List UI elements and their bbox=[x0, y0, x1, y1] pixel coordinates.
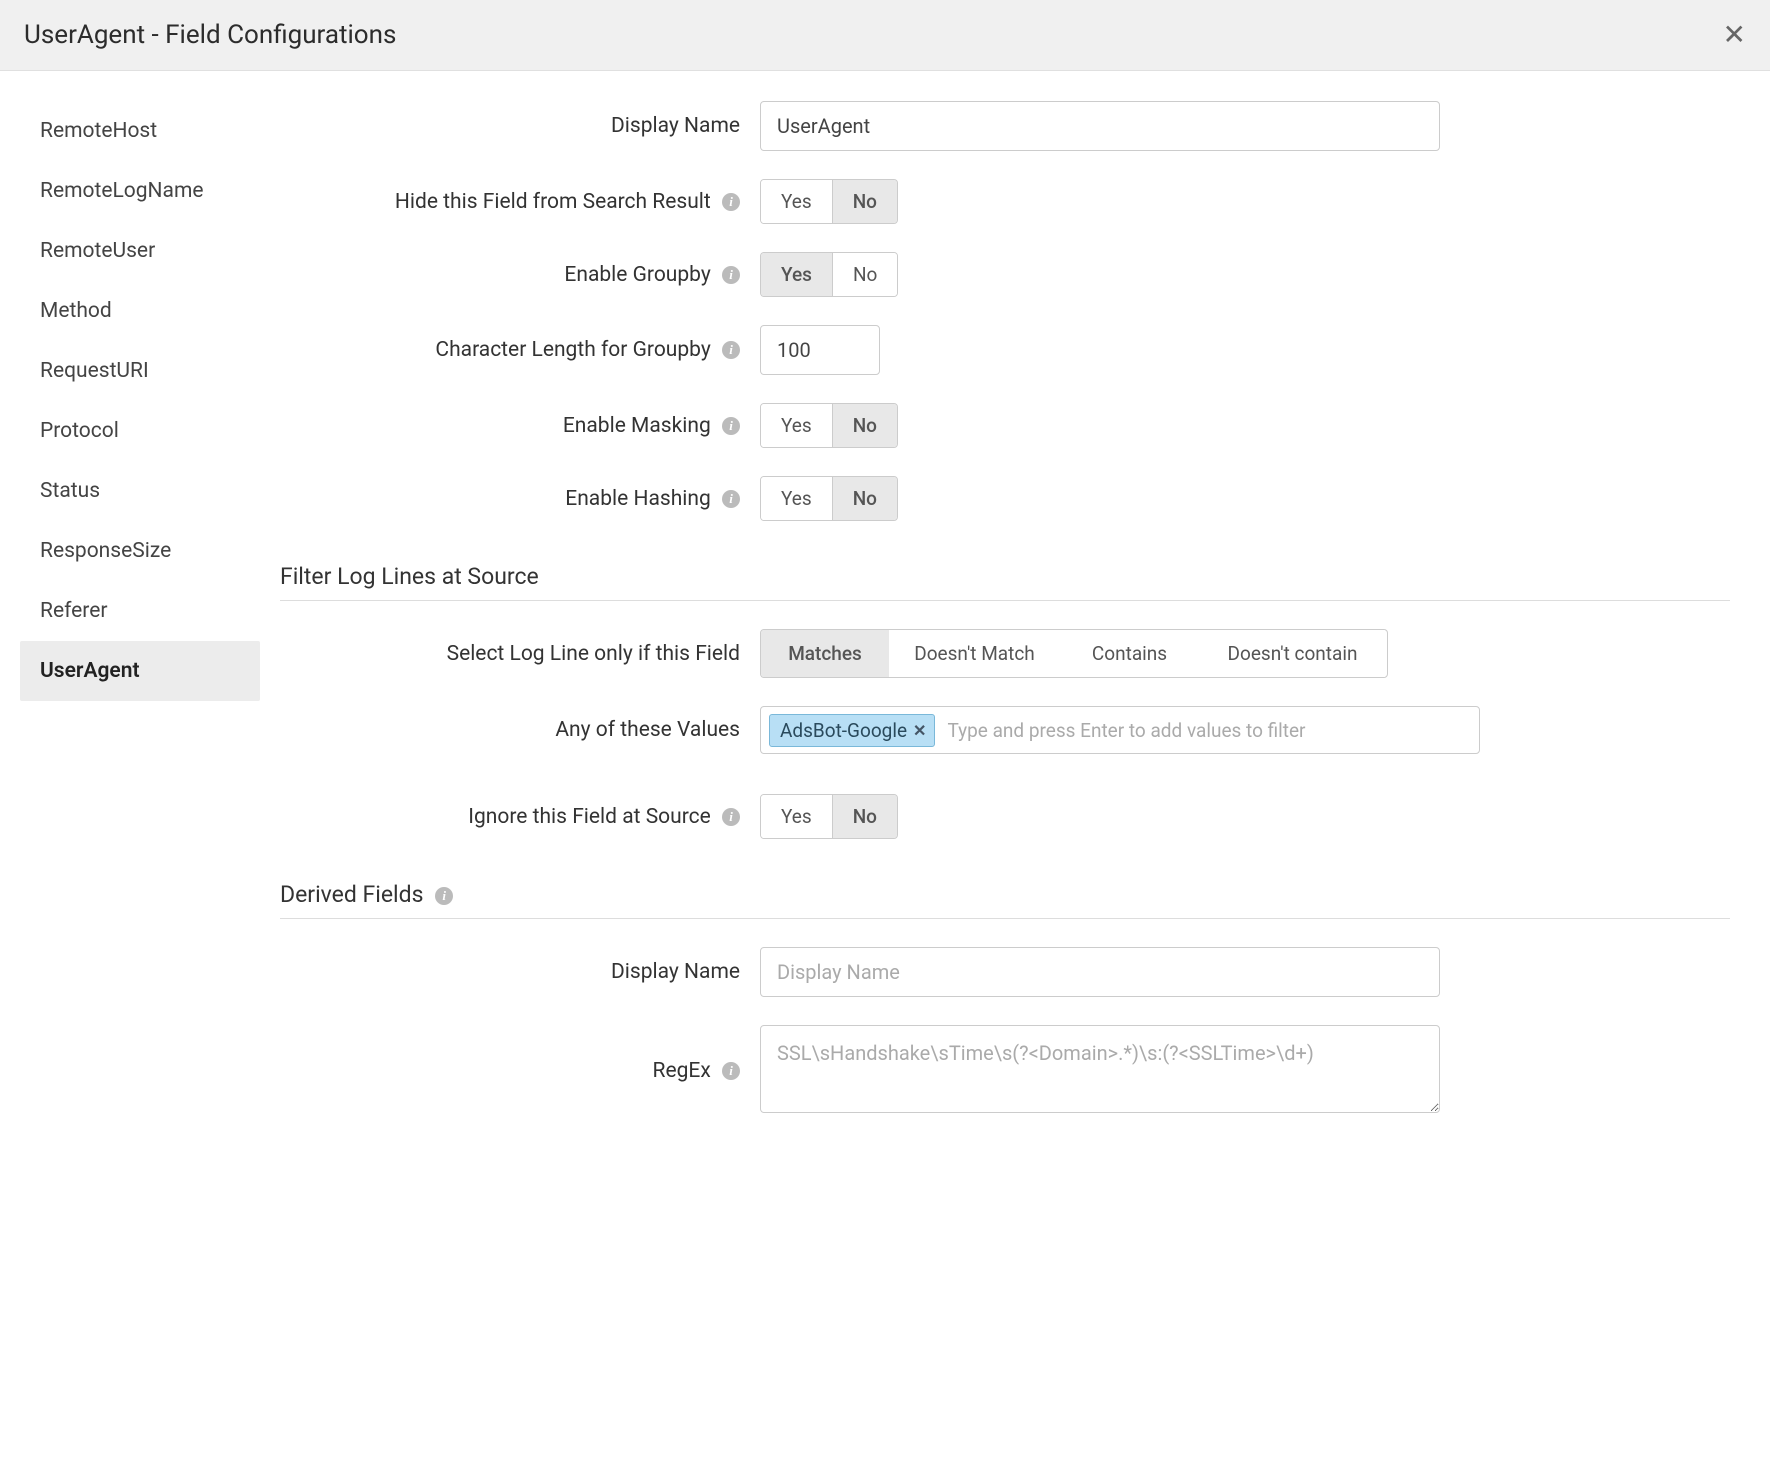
info-icon[interactable]: i bbox=[722, 808, 740, 826]
sidebar-item-method[interactable]: Method bbox=[20, 281, 260, 341]
info-icon[interactable]: i bbox=[722, 417, 740, 435]
toggle-yes-ignore[interactable]: Yes bbox=[761, 795, 832, 838]
main-panel: Display Name Hide this Field from Search… bbox=[280, 91, 1770, 1155]
sidebar-item-responsesize[interactable]: ResponseSize bbox=[20, 521, 260, 581]
textarea-regex[interactable] bbox=[760, 1025, 1440, 1113]
match-option-doesnt-match[interactable]: Doesn't Match bbox=[889, 630, 1059, 677]
info-icon[interactable]: i bbox=[722, 1062, 740, 1080]
label-ignore-field: Ignore this Field at Source i bbox=[280, 805, 760, 829]
label-char-length-groupby: Character Length for Groupby i bbox=[280, 338, 760, 362]
sidebar-item-remoteuser[interactable]: RemoteUser bbox=[20, 221, 260, 281]
label-text-enable-groupby: Enable Groupby bbox=[564, 263, 710, 287]
dialog-content: RemoteHost RemoteLogName RemoteUser Meth… bbox=[0, 71, 1770, 1175]
match-option-doesnt-contain[interactable]: Doesn't contain bbox=[1199, 630, 1385, 677]
toggle-hide-from-search: Yes No bbox=[760, 179, 898, 224]
toggle-yes-groupby[interactable]: Yes bbox=[761, 253, 832, 296]
tag-input-any-values[interactable]: AdsBot-Google ✕ bbox=[760, 706, 1480, 754]
match-option-matches[interactable]: Matches bbox=[761, 630, 889, 677]
close-icon[interactable]: ✕ bbox=[1723, 21, 1746, 49]
row-display-name: Display Name bbox=[280, 101, 1730, 151]
toggle-enable-masking: Yes No bbox=[760, 403, 898, 448]
sidebar-item-useragent[interactable]: UserAgent bbox=[20, 641, 260, 701]
info-icon[interactable]: i bbox=[722, 266, 740, 284]
sidebar-item-remotehost[interactable]: RemoteHost bbox=[20, 101, 260, 161]
row-regex: RegEx i bbox=[280, 1025, 1730, 1117]
dialog-header: UserAgent - Field Configurations ✕ bbox=[0, 0, 1770, 71]
dialog-title: UserAgent - Field Configurations bbox=[24, 20, 396, 50]
toggle-yes-hide[interactable]: Yes bbox=[761, 180, 832, 223]
label-text-hide-from-search: Hide this Field from Search Result bbox=[395, 190, 711, 214]
derived-fields-title-text: Derived Fields bbox=[280, 881, 423, 908]
label-text-enable-hashing: Enable Hashing bbox=[565, 487, 711, 511]
match-option-contains[interactable]: Contains bbox=[1059, 630, 1199, 677]
row-enable-groupby: Enable Groupby i Yes No bbox=[280, 252, 1730, 297]
toggle-no-masking[interactable]: No bbox=[832, 404, 897, 447]
info-icon[interactable]: i bbox=[435, 887, 453, 905]
info-icon[interactable]: i bbox=[722, 193, 740, 211]
sidebar-item-remotelogname[interactable]: RemoteLogName bbox=[20, 161, 260, 221]
sidebar-item-requesturi[interactable]: RequestURI bbox=[20, 341, 260, 401]
row-enable-masking: Enable Masking i Yes No bbox=[280, 403, 1730, 448]
input-derived-display-name[interactable] bbox=[760, 947, 1440, 997]
toggle-no-groupby[interactable]: No bbox=[832, 253, 897, 296]
filter-tag: AdsBot-Google ✕ bbox=[769, 714, 935, 747]
toggle-enable-groupby: Yes No bbox=[760, 252, 898, 297]
toggle-no-hide[interactable]: No bbox=[832, 180, 897, 223]
toggle-no-hashing[interactable]: No bbox=[832, 477, 897, 520]
toggle-yes-hashing[interactable]: Yes bbox=[761, 477, 832, 520]
row-char-length-groupby: Character Length for Groupby i bbox=[280, 325, 1730, 375]
label-text-char-length: Character Length for Groupby bbox=[435, 338, 710, 362]
label-text-regex: RegEx bbox=[653, 1059, 711, 1083]
row-derived-display-name: Display Name bbox=[280, 947, 1730, 997]
row-select-log-line: Select Log Line only if this Field Match… bbox=[280, 629, 1730, 678]
section-filter-log-lines: Filter Log Lines at Source bbox=[280, 549, 1730, 601]
label-text-ignore-field: Ignore this Field at Source bbox=[468, 805, 711, 829]
label-enable-hashing: Enable Hashing i bbox=[280, 487, 760, 511]
toggle-no-ignore[interactable]: No bbox=[832, 795, 897, 838]
row-enable-hashing: Enable Hashing i Yes No bbox=[280, 476, 1730, 521]
section-derived-fields: Derived Fields i bbox=[280, 867, 1730, 919]
label-any-values: Any of these Values bbox=[280, 718, 760, 742]
info-icon[interactable]: i bbox=[722, 341, 740, 359]
tag-remove-icon[interactable]: ✕ bbox=[913, 721, 926, 740]
field-sidebar: RemoteHost RemoteLogName RemoteUser Meth… bbox=[0, 91, 280, 1155]
row-hide-from-search: Hide this Field from Search Result i Yes… bbox=[280, 179, 1730, 224]
toggle-enable-hashing: Yes No bbox=[760, 476, 898, 521]
label-derived-display-name: Display Name bbox=[280, 960, 760, 984]
label-enable-groupby: Enable Groupby i bbox=[280, 263, 760, 287]
row-any-values: Any of these Values AdsBot-Google ✕ bbox=[280, 706, 1730, 754]
tag-input-field[interactable] bbox=[943, 713, 1471, 748]
input-display-name[interactable] bbox=[760, 101, 1440, 151]
tag-label: AdsBot-Google bbox=[780, 719, 907, 742]
label-select-log-line: Select Log Line only if this Field bbox=[280, 642, 760, 666]
toggle-yes-masking[interactable]: Yes bbox=[761, 404, 832, 447]
label-text-enable-masking: Enable Masking bbox=[563, 414, 711, 438]
label-hide-from-search: Hide this Field from Search Result i bbox=[280, 190, 760, 214]
match-option-group: Matches Doesn't Match Contains Doesn't c… bbox=[760, 629, 1388, 678]
label-regex: RegEx i bbox=[280, 1059, 760, 1083]
sidebar-item-status[interactable]: Status bbox=[20, 461, 260, 521]
info-icon[interactable]: i bbox=[722, 490, 740, 508]
sidebar-item-protocol[interactable]: Protocol bbox=[20, 401, 260, 461]
label-enable-masking: Enable Masking i bbox=[280, 414, 760, 438]
row-ignore-field: Ignore this Field at Source i Yes No bbox=[280, 794, 1730, 839]
sidebar-item-referer[interactable]: Referer bbox=[20, 581, 260, 641]
input-char-length-groupby[interactable] bbox=[760, 325, 880, 375]
toggle-ignore-field: Yes No bbox=[760, 794, 898, 839]
label-display-name: Display Name bbox=[280, 114, 760, 138]
